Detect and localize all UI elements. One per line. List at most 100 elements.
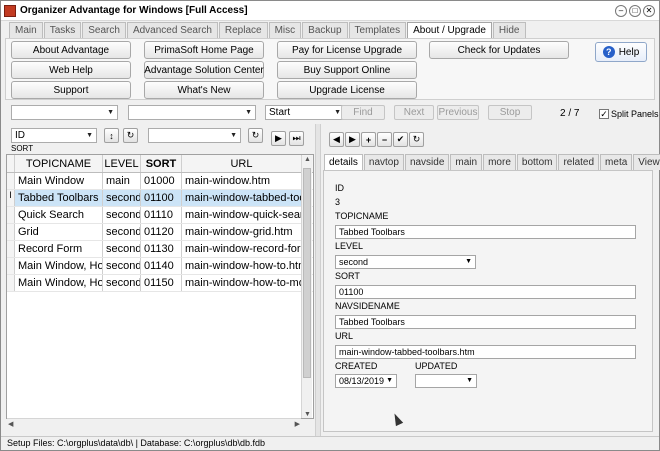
tab-more[interactable]: more (483, 154, 516, 170)
column-header-sort[interactable]: SORT (141, 155, 182, 172)
about-advantage-button[interactable]: About Advantage (11, 41, 131, 59)
cell-sort[interactable]: 01000 (141, 173, 182, 189)
cell-topicname[interactable]: Grid (15, 224, 103, 240)
cell-level[interactable]: second (103, 207, 141, 223)
tab-templates[interactable]: Templates (348, 22, 407, 38)
sort-field[interactable]: 01100 (335, 285, 636, 299)
cell-url[interactable]: main-window-grid.htm (182, 224, 302, 240)
url-field[interactable]: main-window-tabbed-toolbars.htm (335, 345, 636, 359)
stop-button[interactable]: Stop (488, 105, 532, 120)
tab-tasks[interactable]: Tasks (43, 22, 82, 38)
cell-sort[interactable]: 01140 (141, 258, 182, 274)
cell-sort[interactable]: 01150 (141, 275, 182, 291)
tab-main[interactable]: Main (9, 22, 43, 38)
column-header-url[interactable]: URL (182, 155, 302, 172)
tab-navtop[interactable]: navtop (363, 154, 404, 170)
table-row[interactable]: Record Form second 01130 main-window-rec… (7, 241, 313, 258)
scroll-down-icon[interactable]: ▼ (304, 411, 311, 418)
support-button[interactable]: Support (11, 81, 131, 99)
column-header-level[interactable]: LEVEL (103, 155, 141, 172)
cell-topicname[interactable]: Record Form (15, 241, 103, 257)
cell-level[interactable]: second (103, 190, 141, 206)
tab-main-detail[interactable]: main (450, 154, 483, 170)
web-help-button[interactable]: Web Help (11, 61, 131, 79)
close-icon[interactable]: ✕ (643, 4, 655, 17)
skip-last-icon[interactable]: ⏭ (289, 131, 304, 146)
solution-center-button[interactable]: Advantage Solution Center (144, 61, 264, 79)
cell-url[interactable]: main-window-quick-search.htm (182, 207, 302, 223)
search-mode-combo[interactable]: Start ▼ (265, 105, 345, 120)
maximize-icon[interactable]: □ (629, 4, 641, 17)
find-button[interactable]: Find (341, 105, 385, 120)
previous-button[interactable]: Previous (437, 105, 479, 120)
next-record-icon[interactable]: ▶ (345, 132, 360, 147)
table-row-selected[interactable]: I Tabbed Toolbars second 01100 main-wind… (7, 190, 313, 207)
refresh-icon[interactable]: ↻ (123, 128, 138, 143)
cell-level[interactable]: second (103, 258, 141, 274)
cell-topicname[interactable]: Quick Search (15, 207, 103, 223)
tab-replace[interactable]: Replace (218, 22, 268, 38)
upgrade-license-button[interactable]: Upgrade License (277, 81, 417, 99)
cell-topicname[interactable]: Main Window, How To (15, 258, 103, 274)
play-icon[interactable]: ▶ (271, 131, 286, 146)
buy-support-button[interactable]: Buy Support Online (277, 61, 417, 79)
tab-view[interactable]: View (633, 154, 660, 170)
whats-new-button[interactable]: What's New (144, 81, 264, 99)
delete-record-icon[interactable]: − (377, 132, 392, 147)
cell-level[interactable]: second (103, 275, 141, 291)
table-row[interactable]: Main Window main 01000 main-window.htm (7, 173, 313, 190)
cell-topicname[interactable]: Main Window, How To (15, 275, 103, 291)
cell-sort[interactable]: 01110 (141, 207, 182, 223)
tab-navside[interactable]: navside (404, 154, 450, 170)
scrollbar-thumb[interactable] (303, 168, 311, 378)
help-button[interactable]: ? Help (595, 42, 647, 62)
cell-url[interactable]: main-window-record-form.htm (182, 241, 302, 257)
created-date-picker[interactable]: 08/13/2019 ▼ (335, 374, 397, 388)
column-header-topicname[interactable]: TOPICNAME (15, 155, 103, 172)
table-row[interactable]: Main Window, How To second 01140 main-wi… (7, 258, 313, 275)
tab-misc[interactable]: Misc (268, 22, 302, 38)
search-text-combo[interactable]: ▼ (128, 105, 256, 120)
cell-level[interactable]: main (103, 173, 141, 189)
primasoft-home-button[interactable]: PrimaSoft Home Page (144, 41, 264, 59)
tab-bottom[interactable]: bottom (516, 154, 558, 170)
scroll-up-icon[interactable]: ▲ (304, 156, 311, 163)
cell-level[interactable]: second (103, 224, 141, 240)
check-updates-button[interactable]: Check for Updates (429, 41, 569, 59)
sort-order-icon[interactable]: ↕ (104, 128, 119, 143)
refresh-record-icon[interactable]: ↻ (409, 132, 424, 147)
cell-level[interactable]: second (103, 241, 141, 257)
tab-backup[interactable]: Backup (302, 22, 348, 38)
tab-meta[interactable]: meta (600, 154, 633, 170)
tab-search[interactable]: Search (82, 22, 126, 38)
next-button[interactable]: Next (394, 105, 434, 120)
cell-topicname[interactable]: Tabbed Toolbars (15, 190, 103, 206)
topicname-field[interactable]: Tabbed Toolbars (335, 225, 636, 239)
updated-date-picker[interactable]: ▼ (415, 374, 477, 388)
cell-url[interactable]: main-window-how-to-more.htm (182, 275, 302, 291)
tab-details[interactable]: details (324, 154, 363, 170)
table-row[interactable]: Grid second 01120 main-window-grid.htm (7, 224, 313, 241)
tab-advanced-search[interactable]: Advanced Search (126, 22, 218, 38)
add-record-icon[interactable]: + (361, 132, 376, 147)
tab-about-upgrade[interactable]: About / Upgrade (407, 22, 492, 39)
cell-url[interactable]: main-window-how-to.htm (182, 258, 302, 274)
cell-url[interactable]: main-window-tabbed-toolbars.htm (182, 190, 302, 206)
tab-related[interactable]: related (558, 154, 600, 170)
table-row[interactable]: Quick Search second 01110 main-window-qu… (7, 207, 313, 224)
cell-sort[interactable]: 01130 (141, 241, 182, 257)
cell-sort[interactable]: 01100 (141, 190, 182, 206)
panel-splitter[interactable] (315, 124, 321, 436)
pay-license-upgrade-button[interactable]: Pay for License Upgrade (277, 41, 417, 59)
cell-sort[interactable]: 01120 (141, 224, 182, 240)
scroll-right-icon[interactable]: ▶ (295, 420, 300, 428)
search-field-combo[interactable]: ▼ (11, 105, 118, 120)
grid-vertical-scrollbar[interactable]: ▲ ▼ (301, 156, 312, 418)
save-record-icon[interactable]: ✔ (393, 132, 408, 147)
minimize-icon[interactable]: – (615, 4, 627, 17)
filter-combo[interactable]: ▼ (148, 128, 241, 143)
grid-horizontal-scrollbar[interactable]: ◀ ▶ (7, 418, 301, 429)
level-select[interactable]: second ▼ (335, 255, 476, 269)
cell-topicname[interactable]: Main Window (15, 173, 103, 189)
tab-hide[interactable]: Hide (492, 22, 526, 38)
